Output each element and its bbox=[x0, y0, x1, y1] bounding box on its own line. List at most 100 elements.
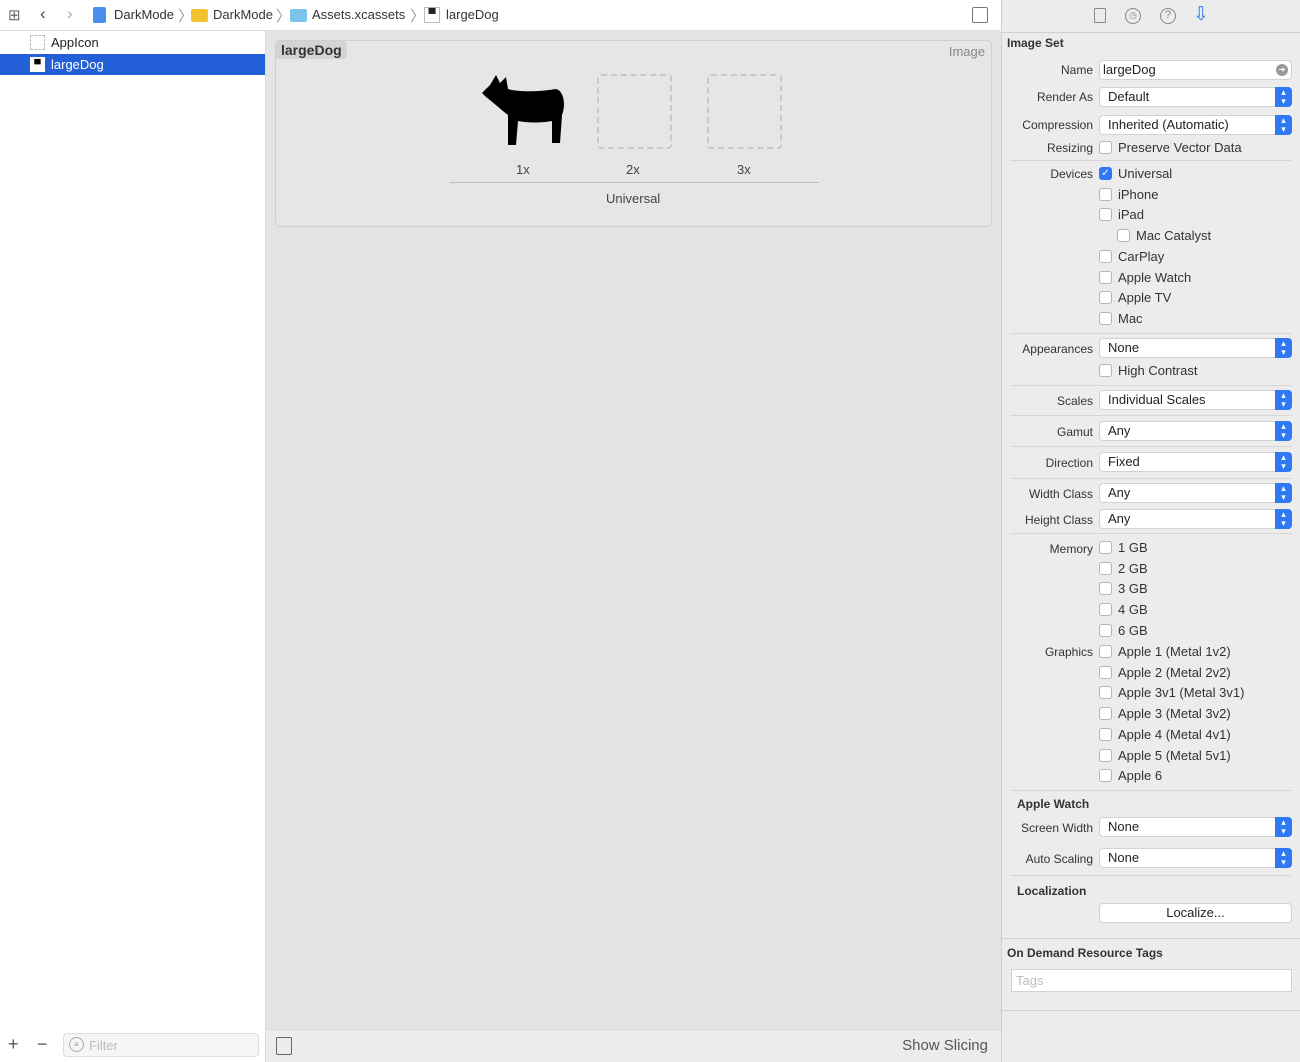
show-slicing-button[interactable]: Show Slicing bbox=[902, 1037, 988, 1054]
render-as-popup[interactable]: Default ▴ ▾ bbox=[1099, 87, 1292, 107]
divider bbox=[1002, 1010, 1300, 1011]
appearances-value: None bbox=[1108, 340, 1140, 355]
remove-icon[interactable]: − bbox=[37, 1034, 48, 1055]
file-icon[interactable] bbox=[1094, 8, 1106, 23]
graphics-option: Apple 4 (Metal 4v1) bbox=[1118, 727, 1231, 742]
history-icon[interactable]: ◷ bbox=[1125, 8, 1141, 24]
tags-input[interactable]: Tags bbox=[1011, 969, 1292, 992]
slot-3x[interactable] bbox=[707, 74, 782, 149]
nav-item-appicon[interactable]: AppIcon bbox=[0, 32, 265, 53]
breadcrumb-image[interactable]: largeDog bbox=[446, 7, 499, 22]
nav-item-label: AppIcon bbox=[51, 35, 99, 50]
filter-icon: ≡ bbox=[69, 1037, 84, 1052]
graphics-checkbox[interactable] bbox=[1099, 749, 1112, 762]
resizing-label: Resizing bbox=[1046, 141, 1093, 155]
divider bbox=[1010, 533, 1292, 534]
slot-label-1x: 1x bbox=[516, 162, 530, 177]
memory-checkbox[interactable] bbox=[1099, 603, 1112, 616]
appicon-icon bbox=[30, 35, 45, 50]
section-header: Image Set bbox=[1007, 36, 1064, 50]
add-icon[interactable]: + bbox=[8, 1034, 19, 1055]
graphics-checkbox[interactable] bbox=[1099, 666, 1112, 679]
mac-checkbox[interactable] bbox=[1099, 312, 1112, 325]
universal-checkbox[interactable]: ✓ bbox=[1099, 167, 1112, 180]
localize-button[interactable]: Localize... bbox=[1099, 903, 1292, 923]
compression-label: Compression bbox=[1022, 118, 1093, 132]
chevron-updown-icon: ▴ ▾ bbox=[1275, 483, 1292, 503]
breadcrumb-folder[interactable]: DarkMode bbox=[213, 7, 273, 22]
breadcrumb-assets[interactable]: Assets.xcassets bbox=[312, 7, 405, 22]
graphics-checkbox[interactable] bbox=[1099, 707, 1112, 720]
help-icon[interactable]: ? bbox=[1160, 8, 1176, 24]
mac-catalyst-checkbox[interactable] bbox=[1117, 229, 1130, 242]
back-icon[interactable]: ‹ bbox=[40, 4, 46, 24]
editor-footer: Show Slicing bbox=[266, 1029, 1001, 1062]
graphics-checkbox[interactable] bbox=[1099, 769, 1112, 782]
slot-label-3x: 3x bbox=[737, 162, 751, 177]
dog-image-1x[interactable] bbox=[482, 75, 566, 147]
render-as-label: Render As bbox=[1036, 90, 1093, 104]
chevron-updown-icon: ▴ ▾ bbox=[1275, 848, 1292, 868]
toolbar: ⊞ ‹ › DarkMode 〉 DarkMode 〉 Assets.xcass… bbox=[0, 0, 1000, 31]
appearances-popup[interactable]: None ▴ ▾ bbox=[1099, 338, 1292, 358]
name-field[interactable]: largeDog ➜ bbox=[1099, 60, 1292, 80]
screen-width-value: None bbox=[1108, 819, 1140, 834]
editor-layout-icon[interactable] bbox=[972, 7, 988, 23]
slot-2x[interactable] bbox=[597, 74, 672, 149]
gamut-popup[interactable]: Any ▴ ▾ bbox=[1099, 421, 1292, 441]
divider bbox=[1010, 333, 1292, 334]
direction-popup[interactable]: Fixed ▴ ▾ bbox=[1099, 452, 1292, 472]
graphics-checkbox[interactable] bbox=[1099, 728, 1112, 741]
graphics-checkbox[interactable] bbox=[1099, 686, 1112, 699]
divider bbox=[450, 182, 819, 183]
graphics-option: Apple 2 (Metal 2v2) bbox=[1118, 665, 1231, 680]
high-contrast-checkbox[interactable] bbox=[1099, 364, 1112, 377]
width-class-value: Any bbox=[1108, 485, 1131, 500]
chevron-updown-icon: ▴ ▾ bbox=[1275, 452, 1292, 472]
memory-checkbox[interactable] bbox=[1099, 562, 1112, 575]
attributes-inspector: ◷ ? ⇩ Image Set Name largeDog ➜ Render As… bbox=[1001, 0, 1300, 1062]
nav-item-largedog[interactable]: ▀ largeDog bbox=[0, 54, 265, 75]
apple-watch-checkbox[interactable] bbox=[1099, 271, 1112, 284]
image-set[interactable]: largeDog Image 1x 2x 3x Universal bbox=[275, 40, 992, 227]
screen-width-popup[interactable]: None ▴ ▾ bbox=[1099, 817, 1292, 837]
compression-popup[interactable]: Inherited (Automatic) ▴ ▾ bbox=[1099, 115, 1292, 135]
image-icon: ▀ bbox=[30, 57, 45, 72]
ipad-checkbox[interactable] bbox=[1099, 208, 1112, 221]
forward-icon[interactable]: › bbox=[67, 4, 73, 24]
width-class-popup[interactable]: Any ▴ ▾ bbox=[1099, 483, 1292, 503]
compression-value: Inherited (Automatic) bbox=[1108, 117, 1229, 132]
graphics-option: Apple 3v1 (Metal 3v1) bbox=[1118, 685, 1245, 700]
grid-icon[interactable]: ⊞ bbox=[8, 6, 21, 24]
render-as-value: Default bbox=[1108, 89, 1150, 104]
device-label: Apple Watch bbox=[1118, 270, 1192, 285]
height-class-popup[interactable]: Any ▴ ▾ bbox=[1099, 509, 1292, 529]
apple-watch-header: Apple Watch bbox=[1017, 797, 1090, 811]
device-label: iPhone bbox=[1118, 187, 1159, 202]
apple-tv-checkbox[interactable] bbox=[1099, 291, 1112, 304]
memory-checkbox[interactable] bbox=[1099, 541, 1112, 554]
memory-checkbox[interactable] bbox=[1099, 582, 1112, 595]
image-icon: ▀ bbox=[424, 7, 440, 23]
attributes-icon[interactable]: ⇩ bbox=[1193, 3, 1209, 26]
gamut-value: Any bbox=[1108, 423, 1131, 438]
memory-checkbox[interactable] bbox=[1099, 624, 1112, 637]
chevron-updown-icon: ▴ ▾ bbox=[1275, 817, 1292, 837]
graphics-checkbox[interactable] bbox=[1099, 645, 1112, 658]
auto-scaling-popup[interactable]: None ▴ ▾ bbox=[1099, 848, 1292, 868]
chevron-updown-icon: ▴ ▾ bbox=[1275, 115, 1292, 135]
chevron-updown-icon: ▴ ▾ bbox=[1275, 390, 1292, 410]
go-arrow-icon[interactable]: ➜ bbox=[1276, 64, 1288, 76]
gamut-label: Gamut bbox=[1056, 425, 1093, 439]
devices-label: Devices bbox=[1050, 167, 1093, 181]
folder-icon bbox=[191, 9, 208, 22]
iphone-checkbox[interactable] bbox=[1099, 188, 1112, 201]
filter-input[interactable]: ≡ Filter bbox=[63, 1033, 259, 1057]
breadcrumb-separator: 〉 bbox=[410, 8, 426, 25]
breadcrumb-project[interactable]: DarkMode bbox=[114, 7, 174, 22]
carplay-checkbox[interactable] bbox=[1099, 250, 1112, 263]
preserve-vector-checkbox[interactable] bbox=[1099, 141, 1112, 154]
slicing-icon[interactable] bbox=[276, 1037, 292, 1055]
divider bbox=[1010, 160, 1292, 161]
scales-popup[interactable]: Individual Scales ▴ ▾ bbox=[1099, 390, 1292, 410]
